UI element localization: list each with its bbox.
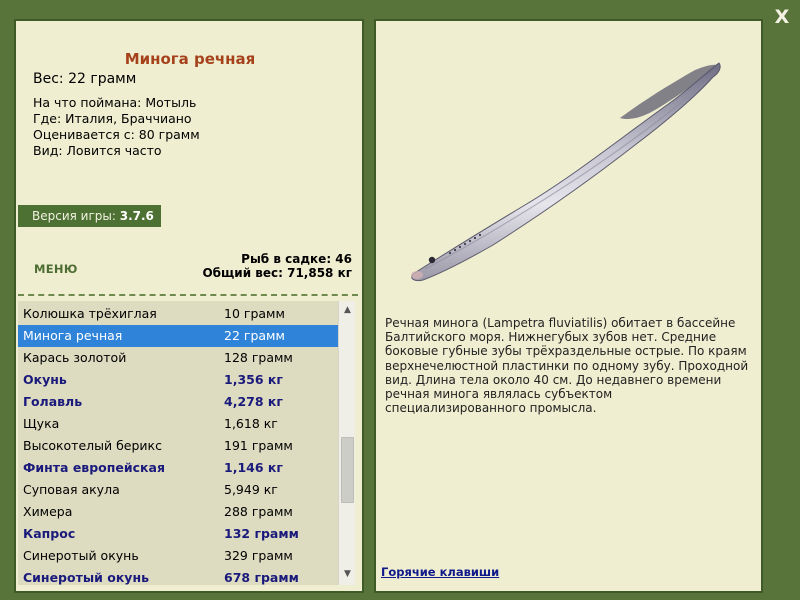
catch-fish-weight: 288 грамм bbox=[224, 504, 293, 519]
dashed-divider bbox=[18, 294, 358, 296]
catch-fish-weight: 1,146 кг bbox=[224, 460, 283, 475]
catch-fish-weight: 22 грамм bbox=[224, 328, 285, 343]
catch-list-row[interactable]: Высокотелый берикс 191 грамм bbox=[18, 435, 338, 457]
menu-button[interactable]: МЕНЮ bbox=[34, 262, 78, 276]
fish-bait: На что поймана: Мотыль bbox=[33, 95, 197, 110]
catch-fish-name: Синеротый окунь bbox=[23, 570, 150, 585]
catch-fish-name: Суповая акула bbox=[23, 482, 120, 497]
version-label: Версия игры: bbox=[32, 209, 116, 223]
lamprey-fish-image bbox=[411, 62, 721, 282]
catch-list-row[interactable]: Щука 1,618 кг bbox=[18, 413, 338, 435]
fish-valued-from: Оценивается с: 80 грамм bbox=[33, 127, 200, 142]
catch-fish-weight: 191 грамм bbox=[224, 438, 293, 453]
catch-list-row[interactable]: Синеротый окунь 678 грамм bbox=[18, 567, 338, 585]
catch-fish-name: Финта европейская bbox=[23, 460, 165, 475]
fish-description: Речная минога (Lampetra fluviatilis) оби… bbox=[385, 316, 749, 416]
catch-fish-weight: 329 грамм bbox=[224, 548, 293, 563]
catch-fish-name: Колюшка трёхиглая bbox=[23, 306, 157, 321]
catch-fish-weight: 10 грамм bbox=[224, 306, 285, 321]
scroll-thumb[interactable] bbox=[341, 437, 354, 503]
catch-fish-name: Химера bbox=[23, 504, 73, 519]
catch-list-row[interactable]: Голавль 4,278 кг bbox=[18, 391, 338, 413]
fish-location: Где: Италия, Браччиано bbox=[33, 111, 192, 126]
cage-fish-count: Рыб в садке: 46 bbox=[241, 252, 352, 266]
catch-fish-name: Синеротый окунь bbox=[23, 548, 139, 563]
catch-fish-weight: 678 грамм bbox=[224, 570, 299, 585]
scroll-down-icon[interactable]: ▼ bbox=[339, 567, 356, 581]
catch-list-row[interactable]: Капрос 132 грамм bbox=[18, 523, 338, 545]
catch-list-row[interactable]: Химера 288 грамм bbox=[18, 501, 338, 523]
catch-list-row[interactable]: Колюшка трёхиглая 10 грамм bbox=[18, 303, 338, 325]
catch-fish-name: Карась золотой bbox=[23, 350, 127, 365]
scroll-up-icon[interactable]: ▲ bbox=[339, 303, 356, 317]
cage-stats: Рыб в садке: 46 Общий вес: 71,858 кг bbox=[202, 252, 352, 280]
fish-title: Минога речная bbox=[124, 50, 256, 68]
hotkeys-link[interactable]: Горячие клавиши bbox=[381, 565, 499, 579]
catch-list-row[interactable]: Окунь 1,356 кг bbox=[18, 369, 338, 391]
catch-list-row[interactable]: Суповая акула 5,949 кг bbox=[18, 479, 338, 501]
catch-list-row[interactable]: Карась золотой 128 грамм bbox=[18, 347, 338, 369]
catch-fish-name: Голавль bbox=[23, 394, 83, 409]
close-button[interactable]: X bbox=[770, 6, 794, 28]
catch-list-row[interactable]: Синеротый окунь 329 грамм bbox=[18, 545, 338, 567]
catch-list-row[interactable]: Финта европейская 1,146 кг bbox=[18, 457, 338, 479]
version-number: 3.7.6 bbox=[119, 209, 154, 223]
catch-fish-name: Минога речная bbox=[23, 328, 123, 343]
catch-list-row[interactable]: Минога речная 22 грамм bbox=[18, 325, 338, 347]
catch-fish-name: Капрос bbox=[23, 526, 76, 541]
fish-weight: Вес: 22 грамм bbox=[33, 71, 137, 87]
catch-fish-weight: 4,278 кг bbox=[224, 394, 283, 409]
version-badge: Версия игры: 3.7.6 bbox=[18, 205, 161, 227]
catch-list: Колюшка трёхиглая 10 грамм Минога речная 22… bbox=[18, 301, 355, 585]
catch-fish-weight: 132 грамм bbox=[224, 526, 299, 541]
catch-fish-name: Высокотелый берикс bbox=[23, 438, 162, 453]
catch-fish-weight: 1,618 кг bbox=[224, 416, 278, 431]
catch-fish-name: Окунь bbox=[23, 372, 67, 387]
catch-fish-weight: 5,949 кг bbox=[224, 482, 278, 497]
catch-list-scrollbar[interactable]: ▲ ▼ bbox=[338, 301, 355, 585]
catch-fish-weight: 1,356 кг bbox=[224, 372, 283, 387]
fish-species-note: Вид: Ловится часто bbox=[33, 143, 162, 158]
catch-fish-name: Щука bbox=[23, 416, 60, 431]
catch-fish-weight: 128 грамм bbox=[224, 350, 293, 365]
cage-total-weight: Общий вес: 71,858 кг bbox=[202, 266, 352, 280]
